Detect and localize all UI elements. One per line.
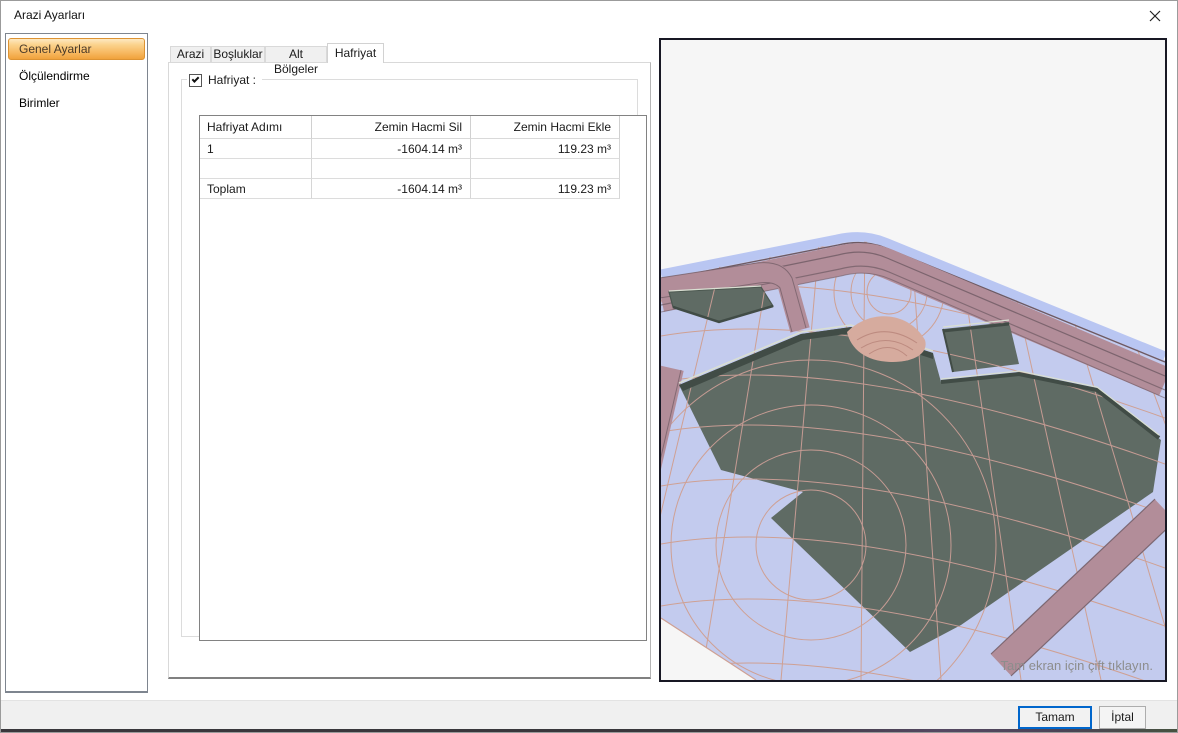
terrain-3d-preview[interactable]: Tam ekran için çift tıklayın. [659, 38, 1167, 682]
window-title: Arazi Ayarları [14, 0, 85, 30]
tab-arazi[interactable]: Arazi [170, 46, 211, 62]
sidebar-item-birimler[interactable]: Birimler [8, 92, 145, 114]
cell-step-name: 1 [200, 139, 312, 159]
table-row[interactable]: 1 -1604.14 m³ 119.23 m³ [200, 139, 646, 159]
header-zemin-hacmi-ekle[interactable]: Zemin Hacmi Ekle [471, 116, 620, 139]
hafriyat-groupbox: Hafriyat : Hafriyat Adımı Zemin Hacmi Si… [181, 79, 638, 637]
cancel-button[interactable]: İptal [1099, 706, 1146, 729]
table-row-total[interactable]: Toplam -1604.14 m³ 119.23 m³ [200, 179, 646, 199]
tab-alt-bolgeler[interactable]: Alt Bölgeler [265, 46, 327, 62]
excavation-table: Hafriyat Adımı Zemin Hacmi Sil Zemin Hac… [199, 115, 647, 641]
cell-cut-volume: -1604.14 m³ [312, 179, 471, 199]
tab-hafriyat[interactable]: Hafriyat [327, 43, 384, 63]
sidebar-item-olculendirme[interactable]: Ölçülendirme [8, 65, 145, 87]
category-list: Genel Ayarlar Ölçülendirme Birimler [5, 33, 148, 693]
cell-fill-volume: 119.23 m³ [471, 139, 620, 159]
header-hafriyat-adimi[interactable]: Hafriyat Adımı [200, 116, 312, 139]
tab-page-hafriyat: Hafriyat : Hafriyat Adımı Zemin Hacmi Si… [168, 62, 651, 679]
sidebar-item-genel-ayarlar[interactable]: Genel Ayarlar [8, 38, 145, 60]
preview-hint: Tam ekran için çift tıklayın. [1001, 658, 1153, 673]
hafriyat-checkbox-label: Hafriyat : [208, 73, 256, 87]
table-row[interactable] [200, 159, 646, 179]
table-header-row: Hafriyat Adımı Zemin Hacmi Sil Zemin Hac… [200, 116, 646, 139]
header-zemin-hacmi-sil[interactable]: Zemin Hacmi Sil [312, 116, 471, 139]
checkbox-check-icon [192, 75, 200, 83]
dialog-footer: Tamam İptal [0, 700, 1178, 729]
cell-step-name [200, 159, 312, 179]
tab-bosluklar[interactable]: Boşluklar [211, 46, 265, 62]
titlebar: Arazi Ayarları [0, 0, 1178, 30]
cell-cut-volume: -1604.14 m³ [312, 139, 471, 159]
background-app-strip [0, 729, 1178, 733]
cell-step-name: Toplam [200, 179, 312, 199]
ok-button[interactable]: Tamam [1018, 706, 1092, 729]
cell-fill-volume: 119.23 m³ [471, 179, 620, 199]
hafriyat-checkbox[interactable] [189, 74, 202, 87]
terrain-3d-scene: Tam ekran için çift tıklayın. [661, 40, 1165, 680]
cell-fill-volume [471, 159, 620, 179]
close-icon [1149, 10, 1161, 22]
close-button[interactable] [1142, 4, 1168, 28]
cell-cut-volume [312, 159, 471, 179]
